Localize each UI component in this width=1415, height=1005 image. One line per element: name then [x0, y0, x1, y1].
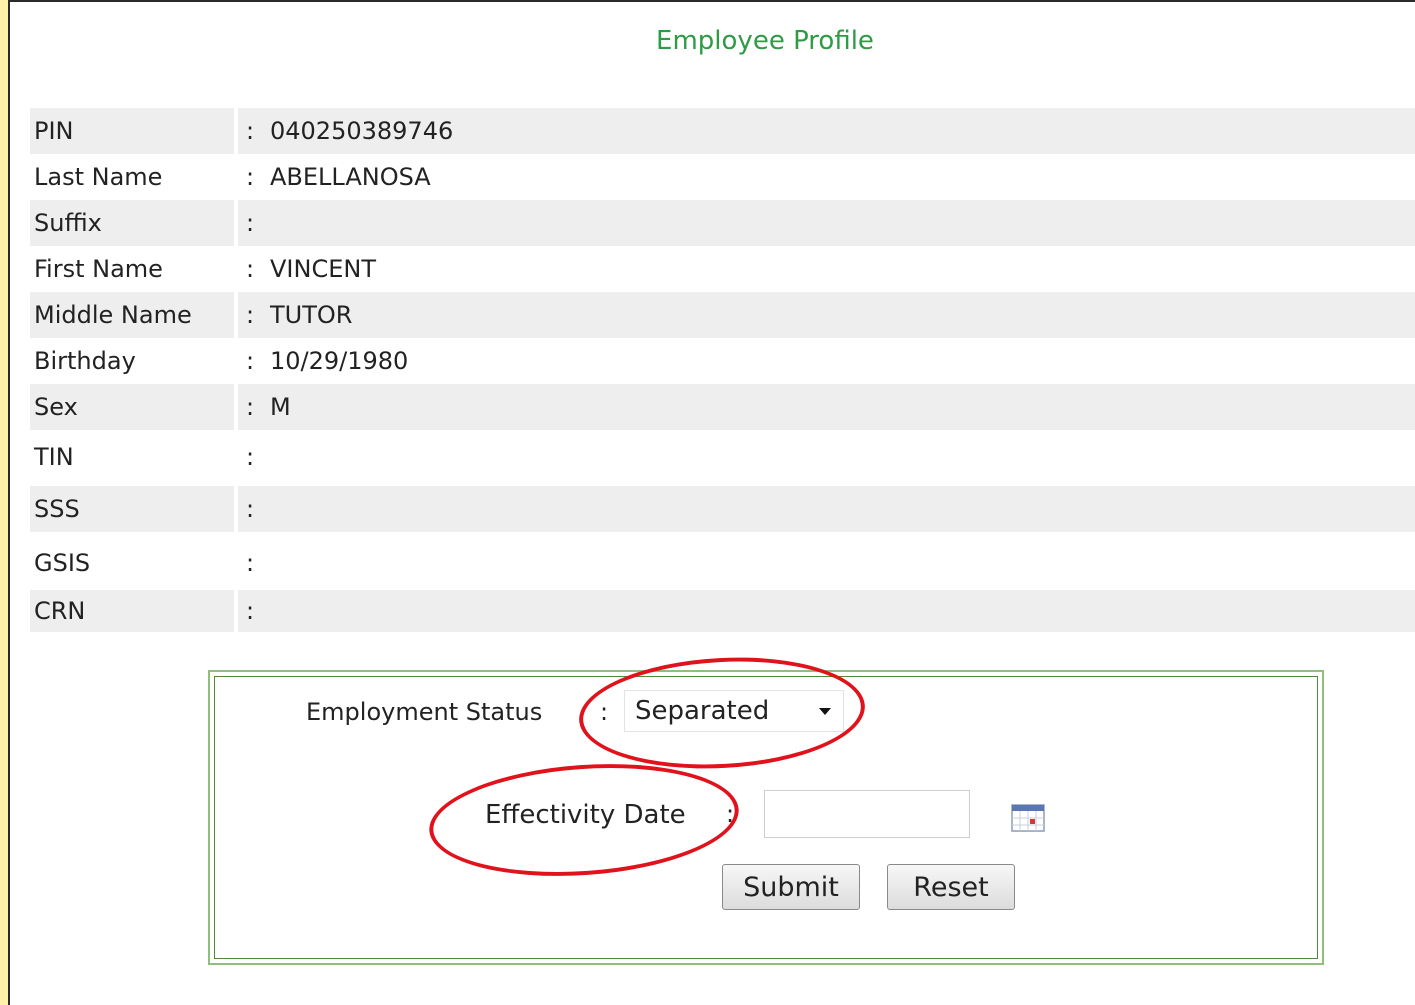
middle-name-value: TUTOR — [270, 301, 353, 329]
effectivity-date-label: Effectivity Date — [485, 800, 686, 830]
row-value: : TUTOR — [238, 292, 1415, 338]
row-colon: : — [246, 209, 255, 237]
row-colon: : — [246, 117, 255, 145]
row-value: :M — [238, 384, 1415, 430]
row-label: Middle Name — [30, 292, 234, 338]
row-label: SSS — [30, 486, 234, 532]
profile-row-suffix: Suffix : — [30, 200, 1415, 246]
row-value: : VINCENT — [238, 246, 1415, 292]
row-colon: : — [246, 443, 255, 471]
row-colon: : — [246, 393, 255, 421]
row-value: : — [238, 540, 1415, 586]
profile-row-birthday: Birthday :10/29/1980 — [30, 338, 1415, 384]
row-value: : — [238, 200, 1415, 246]
effectivity-date-colon: : — [726, 800, 735, 828]
profile-row-crn: CRN : — [30, 590, 1415, 632]
row-colon: : — [246, 347, 255, 375]
row-label: First Name — [34, 255, 163, 283]
row-colon: : — [246, 255, 255, 283]
profile-row-middle-name: Middle Name : TUTOR — [30, 292, 1415, 338]
row-value: :10/29/1980 — [238, 338, 1415, 384]
row-label: Birthday — [34, 347, 136, 375]
row-label: TIN — [34, 443, 74, 471]
left-edge-strip — [0, 0, 10, 1005]
row-colon: : — [246, 597, 255, 625]
row-value: : — [238, 434, 1415, 480]
row-label: Suffix — [30, 200, 234, 246]
employment-status-select[interactable]: Separated — [624, 690, 844, 732]
first-name-value: VINCENT — [270, 255, 376, 283]
effectivity-date-input[interactable] — [764, 790, 970, 838]
submit-button[interactable]: Submit — [722, 864, 860, 910]
row-label: Sex — [30, 384, 234, 430]
employment-status-colon: : — [600, 698, 609, 726]
page-title: Employee Profile — [656, 26, 874, 56]
row-label: Last Name — [34, 163, 163, 191]
profile-row-first-name: First Name : VINCENT — [30, 246, 1415, 292]
row-label: CRN — [30, 590, 234, 632]
employment-status-label: Employment Status — [306, 698, 543, 726]
chevron-down-icon — [819, 708, 831, 715]
row-colon: : — [246, 301, 255, 329]
sex-value: M — [270, 393, 291, 421]
row-value: : ABELLANOSA — [238, 154, 1415, 200]
row-value: : — [238, 486, 1415, 532]
row-value: :040250389746 — [238, 108, 1415, 154]
row-colon: : — [246, 163, 255, 191]
pin-value: 040250389746 — [270, 117, 454, 145]
reset-button[interactable]: Reset — [887, 864, 1015, 910]
top-border — [0, 0, 1415, 2]
profile-row-sex: Sex :M — [30, 384, 1415, 430]
row-colon: : — [246, 549, 255, 577]
last-name-value: ABELLANOSA — [270, 163, 431, 191]
profile-row-pin: PIN :040250389746 — [30, 108, 1415, 154]
row-label: GSIS — [34, 549, 91, 577]
profile-row-sss: SSS : — [30, 486, 1415, 532]
calendar-icon[interactable] — [1011, 804, 1045, 832]
row-label: PIN — [30, 108, 234, 154]
employment-status-selected-value: Separated — [635, 696, 770, 726]
profile-row-gsis: GSIS : — [30, 540, 1415, 586]
row-value: : — [238, 590, 1415, 632]
row-colon: : — [246, 495, 255, 523]
birthday-value: 10/29/1980 — [270, 347, 409, 375]
profile-row-tin: TIN : — [30, 434, 1415, 480]
profile-row-last-name: Last Name : ABELLANOSA — [30, 154, 1415, 200]
